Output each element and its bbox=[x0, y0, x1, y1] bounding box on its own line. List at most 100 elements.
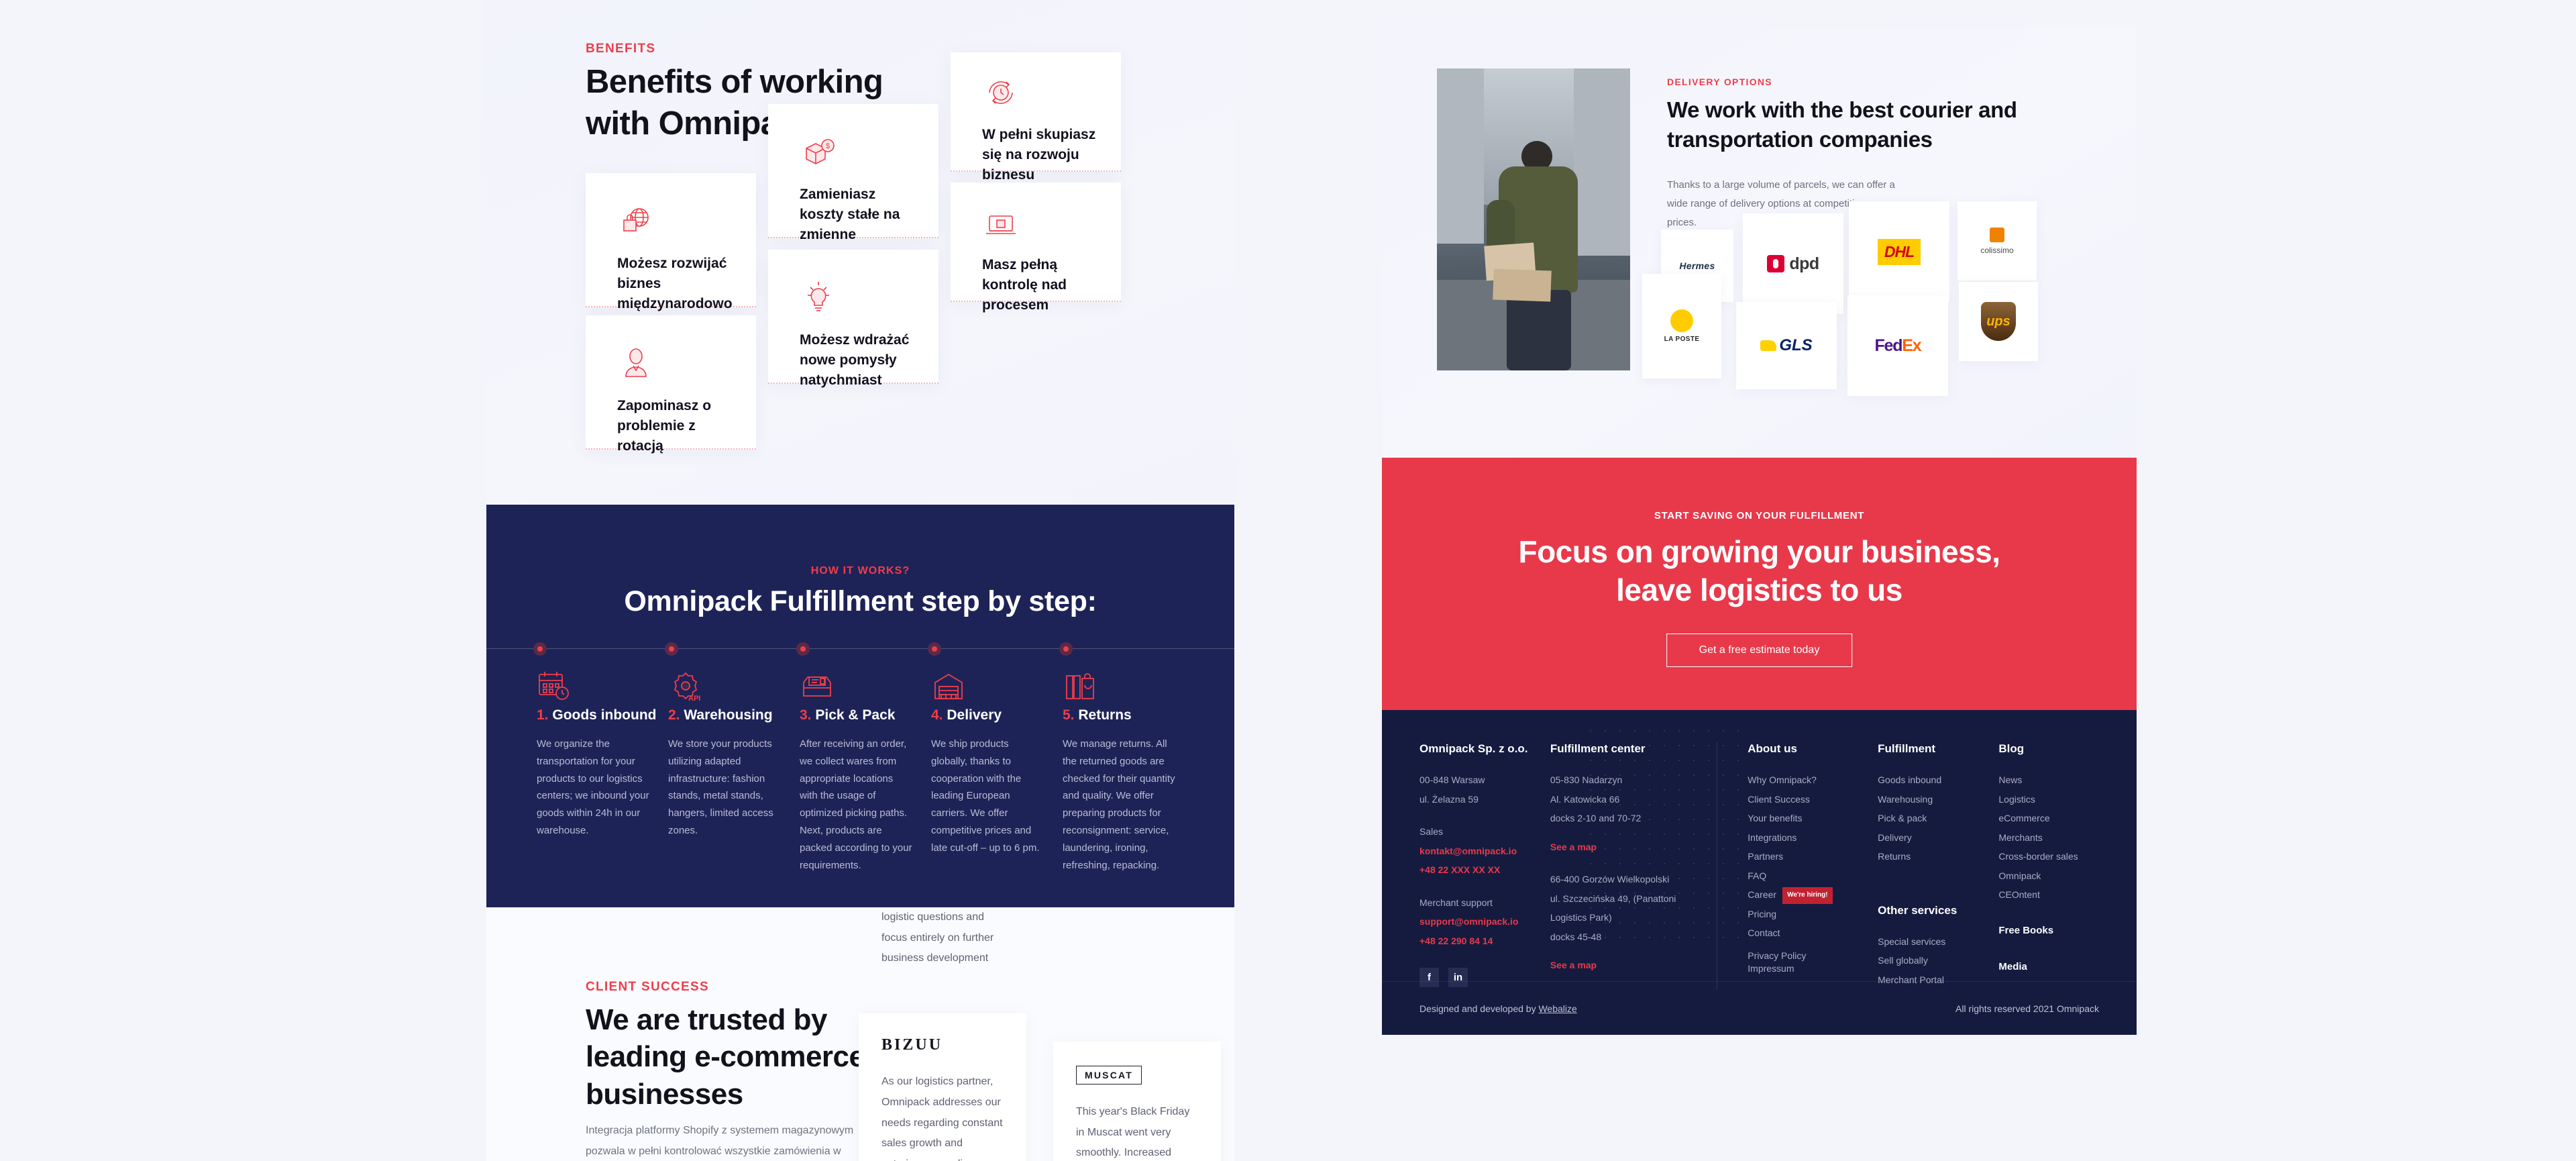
gls-arrow bbox=[1760, 340, 1777, 351]
footer-link-integrations[interactable]: Integrations bbox=[1748, 828, 1878, 848]
get-free-estimate-button[interactable]: Get a free estimate today bbox=[1666, 634, 1853, 667]
photo-parcel-2 bbox=[1493, 268, 1552, 302]
footer-address-line-1: 00-848 Warsaw bbox=[1419, 774, 1485, 785]
hiring-badge: We're hiring! bbox=[1782, 887, 1833, 904]
footer-support-phone[interactable]: +48 22 290 84 14 bbox=[1419, 931, 1550, 951]
footer-link-ecommerce[interactable]: eCommerce bbox=[1998, 809, 2110, 828]
benefit-card[interactable]: $ Zamieniasz koszty stałe na zmienne bbox=[768, 104, 938, 242]
step-title: 5. Returns bbox=[1063, 707, 1193, 723]
benefit-card-text: W pełni skupiasz się na rozwoju biznesu bbox=[982, 127, 1096, 183]
footer-support-email[interactable]: support@omnipack.io bbox=[1419, 912, 1550, 931]
client-success-title: We are trusted by leading e-commerce bus… bbox=[586, 1003, 865, 1111]
colissimo-logo[interactable]: colissimo bbox=[1957, 201, 2037, 281]
timeline-dot-5 bbox=[1059, 642, 1073, 656]
footer-link-your-benefits[interactable]: Your benefits bbox=[1748, 809, 1878, 828]
footer-link-contact[interactable]: Contact bbox=[1748, 923, 1878, 943]
la-poste-logo[interactable]: LA POSTE bbox=[1642, 274, 1721, 378]
delivery-options-section: DELIVERY OPTIONS We work with the best c… bbox=[1382, 28, 2137, 458]
footer-link-partners[interactable]: Partners bbox=[1748, 847, 1878, 866]
footer-fc-a-line3: docks 2-10 and 70-72 bbox=[1550, 813, 1642, 824]
footer-link-warehousing[interactable]: Warehousing bbox=[1878, 790, 1998, 809]
step-item[interactable]: 1. Goods inbound We organize the transpo… bbox=[537, 669, 667, 874]
laptop-icon bbox=[982, 205, 1020, 243]
delivery-title: We work with the best courier and transp… bbox=[1667, 97, 2017, 152]
svg-text:API: API bbox=[688, 695, 700, 703]
testimonial-card[interactable]: BIZUU As our logistics partner, Omnipack… bbox=[859, 1013, 1026, 1161]
footer-link-omnipack-blog[interactable]: Omnipack bbox=[1998, 866, 2110, 886]
benefit-card[interactable]: Zapominasz o problemie z rotacją bbox=[586, 315, 756, 454]
footer-link-special-services[interactable]: Special services bbox=[1878, 932, 1998, 952]
footer-link-faq[interactable]: FAQ bbox=[1748, 866, 1878, 886]
footer-career-label: Career bbox=[1748, 889, 1777, 901]
footer-about-heading: About us bbox=[1748, 742, 1797, 755]
bizuu-logo: BIZUU bbox=[881, 1036, 943, 1054]
footer-link-news[interactable]: News bbox=[1998, 770, 2110, 790]
page-root: BENEFITS Benefits of working with Omnipa… bbox=[0, 0, 2576, 1161]
step-title-text: Returns bbox=[1078, 707, 1132, 723]
site-footer: Omnipack Sp. z o.o. 00-848 Warsaw ul. Że… bbox=[1382, 710, 2137, 1035]
step-title-text: Goods inbound bbox=[552, 707, 657, 723]
timeline-line bbox=[486, 648, 1234, 649]
step-title-text: Warehousing bbox=[684, 707, 773, 723]
footer-link-privacy-policy[interactable]: Privacy Policy bbox=[1748, 950, 1878, 962]
footer-link-logistics[interactable]: Logistics bbox=[1998, 790, 2110, 809]
footer-fc-a-line1: 05-830 Nadarzyn bbox=[1550, 774, 1623, 785]
step-item[interactable]: API 2. Warehousing We store your product… bbox=[668, 669, 799, 874]
gls-logo[interactable]: GLS bbox=[1736, 302, 1837, 389]
footer-link-why-omnipack[interactable]: Why Omnipack? bbox=[1748, 770, 1878, 790]
footer-link-cross-border-sales[interactable]: Cross-border sales bbox=[1998, 847, 2110, 866]
step-item[interactable]: 5. Returns We manage returns. All the re… bbox=[1063, 669, 1193, 874]
footer-sales-phone[interactable]: +48 22 XXX XX XX bbox=[1419, 860, 1550, 880]
dhl-logo[interactable]: DHL bbox=[1849, 201, 1949, 302]
how-it-works-eyebrow: HOW IT WORKS? bbox=[810, 565, 910, 576]
footer-link-career[interactable]: Career We're hiring! bbox=[1748, 885, 1878, 905]
step-title: 2. Warehousing bbox=[668, 707, 799, 723]
step-title-text: Delivery bbox=[947, 707, 1002, 723]
footer-link-sell-globally[interactable]: Sell globally bbox=[1878, 951, 1998, 970]
footer-link-pricing[interactable]: Pricing bbox=[1748, 905, 1878, 924]
footer-about-column: About us Why Omnipack? Client Success Yo… bbox=[1717, 742, 1878, 990]
footer-fc-b-line2: ul. Szczecińska 49, (Panattoni bbox=[1550, 893, 1676, 904]
footer-link-client-success[interactable]: Client Success bbox=[1748, 790, 1878, 809]
client-success-lead: Integracja platformy Shopify z systemem … bbox=[586, 1125, 854, 1157]
client-success-eyebrow: CLIENT SUCCESS bbox=[586, 980, 709, 994]
testimonial-card[interactable]: MUSCAT This year's Black Friday in Musca… bbox=[1053, 1042, 1221, 1161]
step-desc: We organize the transportation for your … bbox=[537, 738, 649, 836]
step-item[interactable]: 3. Pick & Pack After receiving an order,… bbox=[800, 669, 930, 874]
footer-fulfillment-center-column: Fulfillment center 05-830 Nadarzyn Al. K… bbox=[1550, 742, 1717, 989]
testimonial-body: As our logistics partner, Omnipack addre… bbox=[881, 1076, 1003, 1161]
footer-link-media[interactable]: Media bbox=[1998, 957, 2110, 978]
tray-box-icon bbox=[800, 676, 835, 707]
dpd-logo[interactable]: dpd bbox=[1743, 213, 1843, 314]
footer-link-pick-pack[interactable]: Pick & pack bbox=[1878, 809, 1998, 828]
footer-link-impressum[interactable]: Impressum bbox=[1748, 962, 1878, 975]
ups-logo[interactable]: ups bbox=[1959, 282, 2038, 361]
benefit-card[interactable]: Możesz wdrażać nowe pomysły natychmiast bbox=[768, 250, 938, 388]
fedex-logo[interactable]: FedEx bbox=[1847, 295, 1948, 396]
footer-link-returns[interactable]: Returns bbox=[1878, 847, 1998, 866]
colissimo-mark bbox=[1990, 227, 2004, 242]
testimonial-body: logistic questions and focus entirely on… bbox=[881, 911, 994, 964]
footer-link-merchants[interactable]: Merchants bbox=[1998, 828, 2110, 848]
footer-link-free-books[interactable]: Free Books bbox=[1998, 921, 2110, 942]
benefit-card[interactable]: Masz pełną kontrolę nad procesem bbox=[951, 183, 1121, 313]
footer-link-ceontent[interactable]: CEOntent bbox=[1998, 885, 2110, 905]
footer-link-goods-inbound[interactable]: Goods inbound bbox=[1878, 770, 1998, 790]
webalize-link[interactable]: Webalize bbox=[1538, 1003, 1576, 1014]
footer-link-delivery[interactable]: Delivery bbox=[1878, 828, 1998, 848]
benefit-card[interactable]: W pełni skupiasz się na rozwoju biznesu bbox=[951, 52, 1121, 183]
dpd-mark bbox=[1767, 255, 1785, 272]
benefits-eyebrow: BENEFITS bbox=[586, 42, 656, 56]
footer-fc-b-map-link[interactable]: See a map bbox=[1550, 956, 1597, 975]
footer-fc-a-map-link[interactable]: See a map bbox=[1550, 838, 1597, 857]
testimonial-column: MUSCAT This year's Black Friday in Musca… bbox=[1053, 907, 1221, 1161]
warehouse-icon bbox=[931, 673, 966, 707]
step-item[interactable]: 4. Delivery We ship products globally, t… bbox=[931, 669, 1062, 874]
footer-sales-email[interactable]: kontakt@omnipack.io bbox=[1419, 842, 1550, 861]
step-title: 4. Delivery bbox=[931, 707, 1062, 723]
benefit-card[interactable]: Możesz rozwijać biznes międzynarodowo bbox=[586, 173, 756, 311]
footer-blog-column: Blog News Logistics eCommerce Merchants … bbox=[1998, 742, 2110, 989]
timeline-dot-1 bbox=[533, 642, 547, 656]
